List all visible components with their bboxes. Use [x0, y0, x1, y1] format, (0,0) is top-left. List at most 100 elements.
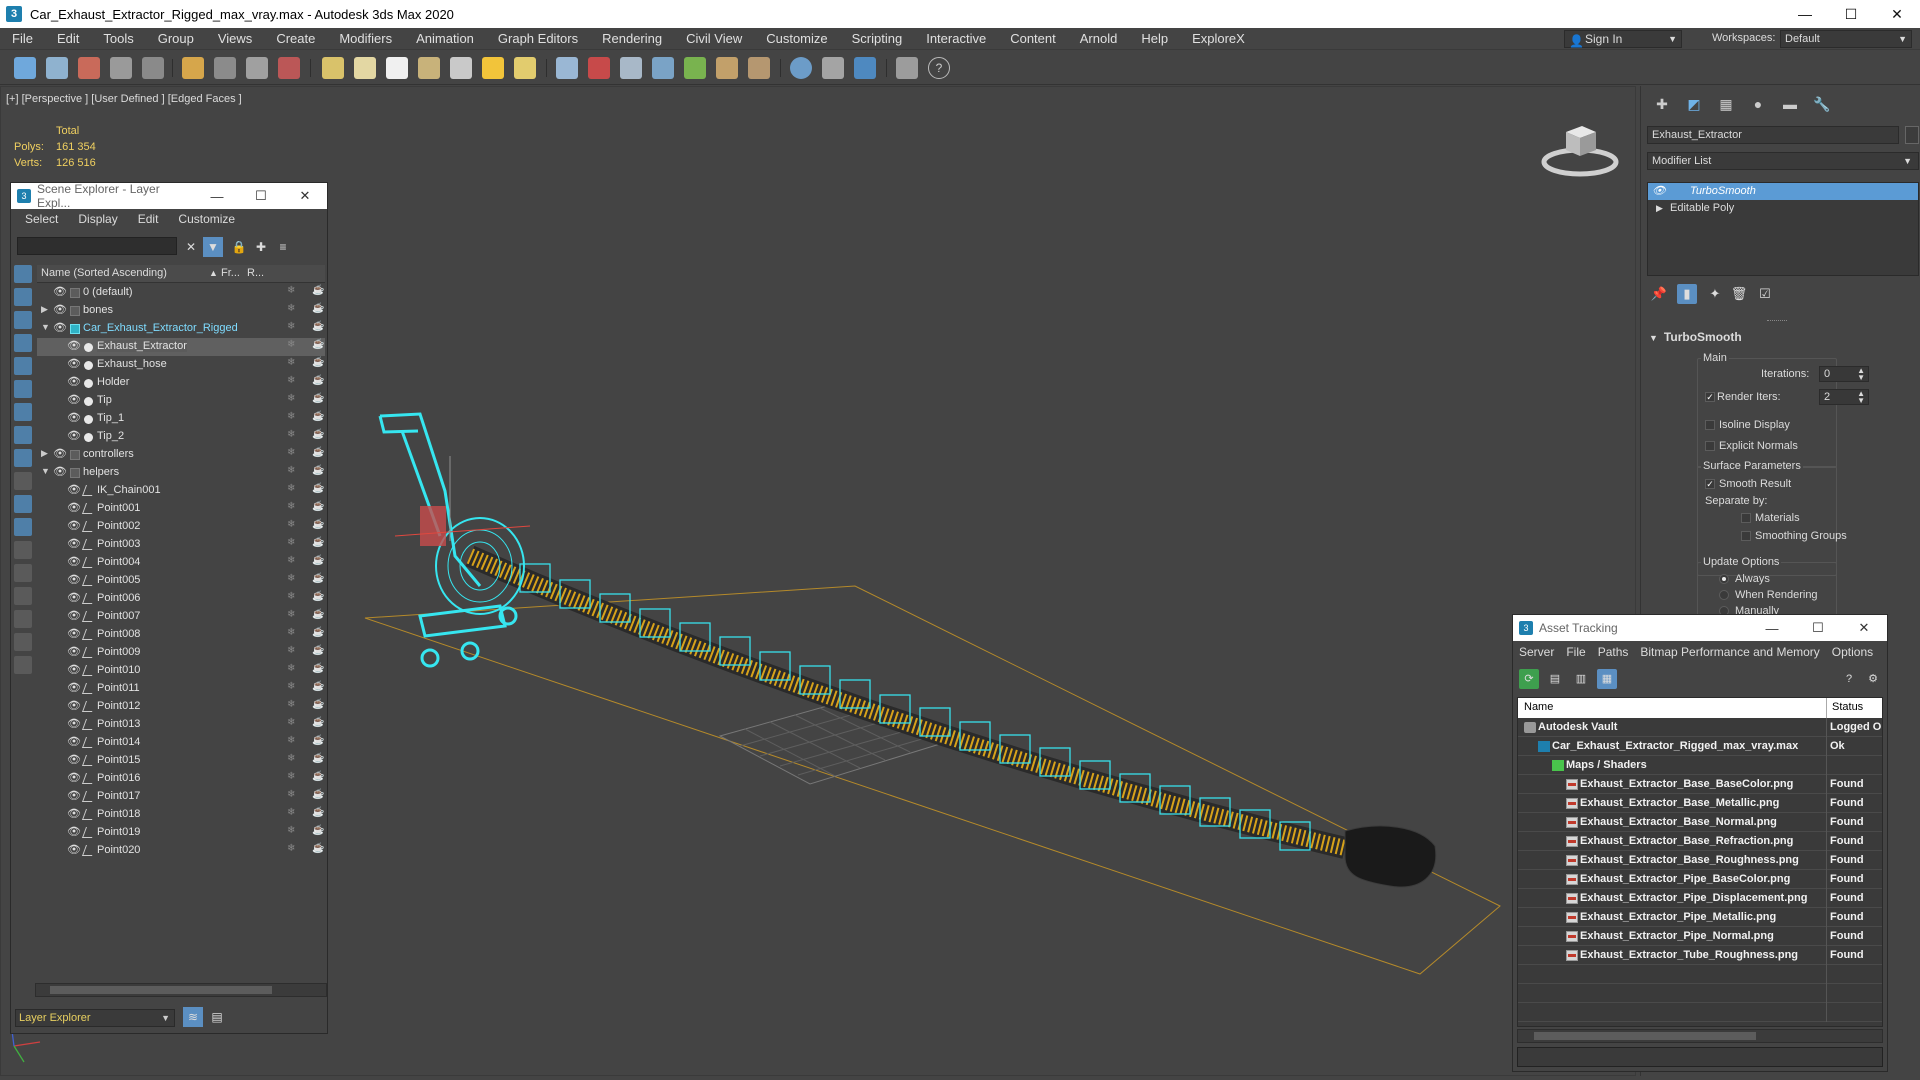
at-settings-icon[interactable]: ⚙: [1863, 669, 1883, 689]
renderable-teapot-icon[interactable]: ☕: [312, 573, 324, 584]
ies-light-icon[interactable]: [514, 57, 536, 79]
renderable-teapot-icon[interactable]: ☕: [312, 375, 324, 386]
renderable-teapot-icon[interactable]: ☕: [312, 429, 324, 440]
horizontal-scrollbar[interactable]: [1517, 1029, 1883, 1043]
eye-icon[interactable]: 👁: [67, 735, 81, 748]
freeze-icon[interactable]: ❄: [287, 573, 295, 584]
light-icon[interactable]: [182, 57, 204, 79]
tree-row[interactable]: 👁 Point008 ❄ ☕: [37, 626, 325, 644]
se-menu-select[interactable]: Select: [25, 212, 58, 226]
helper-icon[interactable]: [214, 57, 236, 79]
menu-modifiers[interactable]: Modifiers: [327, 31, 404, 46]
renderable-teapot-icon[interactable]: ☕: [312, 447, 324, 458]
asset-row[interactable]: Exhaust_Extractor_Base_Metallic.png Found: [1518, 794, 1882, 813]
bones-filter-icon[interactable]: [14, 449, 32, 467]
renderable-teapot-icon[interactable]: ☕: [312, 771, 324, 782]
freeze-icon[interactable]: ❄: [287, 555, 295, 566]
viewcube-icon[interactable]: [1540, 118, 1620, 178]
eye-icon[interactable]: 👁: [67, 771, 81, 784]
eye-icon[interactable]: 👁: [67, 825, 81, 838]
scrollbar-thumb[interactable]: [1534, 1032, 1756, 1040]
iterations-spinner[interactable]: 0 ▲ ▼: [1819, 366, 1869, 382]
eye-icon[interactable]: 👁: [1652, 183, 1666, 200]
smoothing-groups-checkbox[interactable]: [1741, 531, 1751, 541]
scene-explorer-icon[interactable]: ▤: [207, 1007, 227, 1027]
asset-row[interactable]: Exhaust_Extractor_Tube_Roughness.png Foun…: [1518, 946, 1882, 965]
tree-row[interactable]: 👁 Point014 ❄ ☕: [37, 734, 325, 752]
remove-modifier-icon[interactable]: 🗑: [1729, 284, 1749, 304]
freeze-icon[interactable]: ❄: [287, 447, 295, 458]
renderable-teapot-icon[interactable]: ☕: [312, 753, 324, 764]
asset-row[interactable]: Car_Exhaust_Extractor_Rigged_max_vray.ma…: [1518, 737, 1882, 756]
expand-arrow-icon[interactable]: ▼: [41, 466, 50, 476]
xrefs-filter-icon[interactable]: [14, 426, 32, 444]
asset-row[interactable]: Exhaust_Extractor_Base_Roughness.png Foun…: [1518, 851, 1882, 870]
freeze-icon[interactable]: ❄: [287, 303, 295, 314]
menu-customize[interactable]: Customize: [754, 31, 839, 46]
freeze-icon[interactable]: ❄: [287, 501, 295, 512]
funnel-icon[interactable]: [14, 633, 32, 651]
tree-row[interactable]: 👁 Point018 ❄ ☕: [37, 806, 325, 824]
renderable-teapot-icon[interactable]: ☕: [312, 591, 324, 602]
configure-modifier-sets-icon[interactable]: ☑: [1755, 284, 1775, 304]
freeze-icon[interactable]: ❄: [287, 627, 295, 638]
freeze-icon[interactable]: ❄: [287, 825, 295, 836]
eye-icon[interactable]: 👁: [67, 339, 81, 352]
se-menu-customize[interactable]: Customize: [178, 212, 235, 226]
eye-icon[interactable]: 👁: [67, 645, 81, 658]
freeze-icon[interactable]: ❄: [287, 717, 295, 728]
asset-row[interactable]: Exhaust_Extractor_Pipe_BaseColor.png Foun…: [1518, 870, 1882, 889]
renderable-teapot-icon[interactable]: ☕: [312, 681, 324, 692]
tree-row[interactable]: ▼ 👁 Car_Exhaust_Extractor_Rigged ❄ ☕: [37, 320, 325, 338]
minimize-button[interactable]: —: [1782, 0, 1828, 28]
object-color-swatch[interactable]: [1905, 126, 1919, 144]
menu-civil-view[interactable]: Civil View: [674, 31, 754, 46]
camera-icon[interactable]: [246, 57, 268, 79]
menu-scripting[interactable]: Scripting: [840, 31, 915, 46]
renderable-teapot-icon[interactable]: ☕: [312, 609, 324, 620]
at-menu-file[interactable]: File: [1566, 645, 1585, 659]
stack-item-editable-poly[interactable]: ▶ Editable Poly: [1648, 200, 1918, 217]
sphere-icon[interactable]: [46, 57, 68, 79]
freeze-icon[interactable]: ❄: [287, 645, 295, 656]
eye-icon[interactable]: 👁: [67, 681, 81, 694]
at-menu-server[interactable]: Server: [1519, 645, 1554, 659]
tree-row[interactable]: 👁 Exhaust_hose ❄ ☕: [37, 356, 325, 374]
mesh-icon[interactable]: [748, 57, 770, 79]
eye-icon[interactable]: 👁: [67, 429, 81, 442]
renderable-teapot-icon[interactable]: ☕: [312, 627, 324, 638]
asset-path-field[interactable]: [1517, 1047, 1883, 1067]
menu-file[interactable]: File: [0, 31, 45, 46]
groups-filter-icon[interactable]: [14, 403, 32, 421]
freeze-icon[interactable]: ❄: [287, 321, 295, 332]
tree-row[interactable]: 👁 Point020 ❄ ☕: [37, 842, 325, 860]
turbosmooth-rollout-header[interactable]: ▼ TurboSmooth: [1649, 330, 1919, 346]
material-editor-icon[interactable]: [142, 57, 164, 79]
render-frame-icon[interactable]: [78, 57, 100, 79]
renderable-teapot-icon[interactable]: ☕: [312, 411, 324, 422]
eye-icon[interactable]: 👁: [67, 591, 81, 604]
motion-tab-icon[interactable]: ●: [1747, 96, 1769, 116]
render-view-icon[interactable]: [822, 57, 844, 79]
renderable-teapot-icon[interactable]: ☕: [312, 537, 324, 548]
create-tab-icon[interactable]: ✚: [1651, 96, 1673, 116]
filter-icon[interactable]: ▼: [203, 237, 223, 257]
tree-row[interactable]: 👁 Point017 ❄ ☕: [37, 788, 325, 806]
helpers-filter-icon[interactable]: [14, 357, 32, 375]
asset-row[interactable]: Exhaust_Extractor_Base_Refraction.png Fou…: [1518, 832, 1882, 851]
tree-row[interactable]: ▼ 👁 helpers ❄ ☕: [37, 464, 325, 482]
tree-row[interactable]: 👁 Tip_1 ❄ ☕: [37, 410, 325, 428]
renderable-teapot-icon[interactable]: ☕: [312, 339, 324, 350]
asset-row[interactable]: Maps / Shaders: [1518, 756, 1882, 775]
settings-gear-icon[interactable]: [652, 57, 674, 79]
freeze-icon[interactable]: ❄: [287, 807, 295, 818]
at-help-icon[interactable]: ?: [1839, 669, 1859, 689]
sun-icon[interactable]: [482, 57, 504, 79]
expand-arrow-icon[interactable]: ▶: [1656, 200, 1663, 217]
menu-explorex[interactable]: ExploreX: [1180, 31, 1257, 46]
lights-filter-icon[interactable]: [14, 311, 32, 329]
display-none-icon[interactable]: [14, 564, 32, 582]
freeze-icon[interactable]: ❄: [287, 429, 295, 440]
at-menu-options[interactable]: Options: [1832, 645, 1873, 659]
eye-icon[interactable]: 👁: [53, 321, 67, 334]
